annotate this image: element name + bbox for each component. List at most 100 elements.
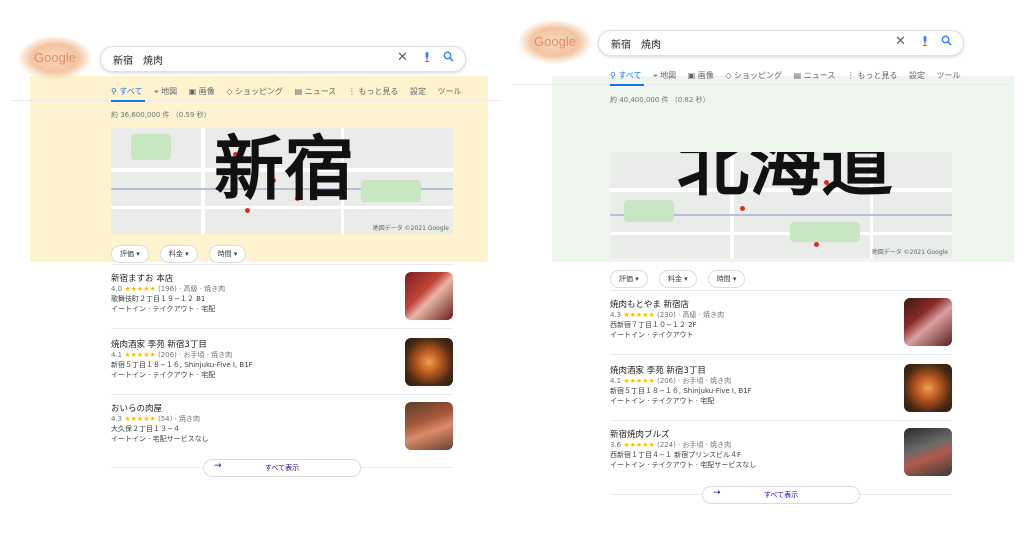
place-meta: (206) · お手頃 · 焼き肉 bbox=[657, 377, 732, 385]
food-photo-thumbnail[interactable] bbox=[405, 402, 453, 450]
chevron-down-icon: ▾ bbox=[233, 250, 238, 258]
place-name[interactable]: 焼肉酒家 李苑 新宿3丁目 bbox=[610, 364, 900, 376]
place-address: 新宿５丁目１８−１６, Shinjuku-Five I, B1F bbox=[610, 387, 752, 395]
star-icon: ★★★★★ bbox=[623, 441, 655, 449]
map-park bbox=[131, 134, 171, 160]
tab-images[interactable]: ▣ 画像 bbox=[688, 70, 714, 81]
more-vert-icon: ⋮ bbox=[347, 87, 356, 96]
close-icon[interactable]: ✕ bbox=[895, 34, 906, 49]
search-input[interactable]: 新宿 焼肉 bbox=[113, 52, 163, 67]
search-icon[interactable] bbox=[941, 35, 952, 46]
map-pin[interactable] bbox=[740, 206, 745, 211]
google-logo[interactable]: Google bbox=[518, 20, 592, 64]
tab-settings[interactable]: 設定 bbox=[410, 86, 426, 97]
filter-rating[interactable]: 評価 ▾ bbox=[111, 245, 149, 263]
mic-icon[interactable] bbox=[424, 52, 430, 62]
list-item[interactable]: おいらの肉屋 4.3 ★★★★★ (54) · 焼き肉 大久保２丁目１３−４ イ… bbox=[111, 402, 391, 444]
tab-all[interactable]: ⚲ すべて bbox=[610, 70, 642, 81]
section-divider bbox=[610, 290, 952, 291]
tab-label: ショッピング bbox=[235, 87, 284, 96]
map-park bbox=[624, 200, 674, 222]
place-name[interactable]: 焼肉もとやま 新宿店 bbox=[610, 298, 890, 310]
tab-tools[interactable]: ツール bbox=[438, 86, 462, 97]
filter-rating[interactable]: 評価 ▾ bbox=[610, 270, 648, 288]
show-all-button[interactable]: → すべて表示 bbox=[203, 459, 361, 477]
show-all-label: すべて表示 bbox=[763, 491, 799, 499]
star-icon: ★★★★★ bbox=[623, 377, 655, 385]
row-divider bbox=[111, 394, 453, 395]
food-photo-thumbnail[interactable] bbox=[904, 298, 952, 346]
tab-news[interactable]: ▤ ニュース bbox=[295, 86, 337, 97]
row-divider bbox=[111, 328, 453, 329]
place-name[interactable]: 焼肉酒家 李苑 新宿3丁目 bbox=[111, 338, 401, 350]
tab-label: 画像 bbox=[697, 71, 714, 80]
food-photo-thumbnail[interactable] bbox=[904, 428, 952, 476]
list-item[interactable]: 新宿ますお 本店 4.0 ★★★★★ (196) · 高級 · 焼き肉 歌舞伎町… bbox=[111, 272, 391, 314]
tab-maps[interactable]: ⌖ 地図 bbox=[653, 70, 676, 81]
search-box[interactable]: 新宿 焼肉 ✕ bbox=[100, 46, 466, 72]
place-meta: (54) · 焼き肉 bbox=[158, 415, 201, 423]
image-icon: ▣ bbox=[687, 71, 696, 80]
star-icon: ★★★★★ bbox=[124, 285, 156, 293]
place-address: 西新宿７丁目１０−１２ 2F bbox=[610, 321, 697, 329]
tab-more[interactable]: ⋮ もっと見る bbox=[847, 70, 898, 81]
tag-icon: ◇ bbox=[226, 87, 233, 96]
place-name[interactable]: 新宿ますお 本店 bbox=[111, 272, 391, 284]
map-park bbox=[790, 222, 860, 242]
place-services: イートイン · テイクアウト · 宅配 bbox=[111, 371, 216, 379]
tab-all[interactable]: ⚲ すべて bbox=[111, 86, 143, 97]
close-icon[interactable]: ✕ bbox=[397, 50, 408, 65]
map-pin-icon: ⌖ bbox=[154, 87, 159, 96]
tab-settings[interactable]: 設定 bbox=[909, 70, 925, 81]
list-item[interactable]: 焼肉もとやま 新宿店 4.3 ★★★★★ (230) · 高級 · 焼き肉 西新… bbox=[610, 298, 890, 340]
list-item[interactable]: 新宿焼肉ブルズ 3.6 ★★★★★ (224) · お手頃 · 焼き肉 西新宿１… bbox=[610, 428, 900, 470]
place-rating: 4.1 ★★★★★ (206) · お手頃 · 焼き肉 bbox=[610, 376, 900, 386]
tab-label: 地図 bbox=[660, 71, 677, 80]
list-item[interactable]: 焼肉酒家 李苑 新宿3丁目 4.1 ★★★★★ (206) · お手頃 · 焼き… bbox=[610, 364, 900, 406]
news-icon: ▤ bbox=[793, 71, 802, 80]
place-services: イートイン · テイクアウト · 宅配 bbox=[111, 305, 216, 313]
list-item[interactable]: 焼肉酒家 李苑 新宿3丁目 4.1 ★★★★★ (206) · お手頃 · 焼き… bbox=[111, 338, 401, 380]
map-pin[interactable] bbox=[814, 242, 819, 247]
mic-icon[interactable] bbox=[922, 36, 928, 46]
search-input[interactable]: 新宿 焼肉 bbox=[611, 36, 661, 51]
place-services: イートイン · テイクアウト · 宅配 bbox=[610, 397, 715, 405]
filter-hours[interactable]: 時間 ▾ bbox=[208, 245, 247, 263]
map-preview[interactable]: 新宿 地図データ ©2021 Google bbox=[111, 128, 453, 234]
place-rating: 4.3 ★★★★★ (230) · 高級 · 焼き肉 bbox=[610, 310, 890, 320]
tab-images[interactable]: ▣ 画像 bbox=[189, 86, 215, 97]
show-all-button[interactable]: → すべて表示 bbox=[702, 486, 860, 504]
tab-shopping[interactable]: ◇ ショッピング bbox=[725, 70, 782, 81]
filter-chips: 評価 ▾ 料金 ▾ 時間 ▾ bbox=[610, 266, 751, 288]
rating-value: 4.3 bbox=[610, 311, 622, 319]
tab-maps[interactable]: ⌖ 地図 bbox=[154, 86, 177, 97]
chip-label: 時間 bbox=[716, 275, 731, 283]
star-icon: ★★★★★ bbox=[623, 311, 655, 319]
tab-more[interactable]: ⋮ もっと見る bbox=[348, 86, 399, 97]
google-logo[interactable]: Google bbox=[18, 36, 92, 80]
filter-price[interactable]: 料金 ▾ bbox=[658, 270, 697, 288]
chip-label: 評価 bbox=[619, 275, 633, 283]
active-tab-indicator bbox=[111, 100, 145, 102]
tab-label: すべて bbox=[618, 71, 642, 80]
place-name[interactable]: おいらの肉屋 bbox=[111, 402, 391, 414]
tab-news[interactable]: ▤ ニュース bbox=[794, 70, 836, 81]
rating-value: 4.1 bbox=[610, 377, 622, 385]
map-preview[interactable]: 北海道 地図データ ©2021 Google bbox=[610, 152, 952, 258]
tab-label: もっと見る bbox=[857, 71, 898, 80]
search-icon[interactable] bbox=[443, 51, 454, 62]
food-photo-thumbnail[interactable] bbox=[405, 272, 453, 320]
tab-tools[interactable]: ツール bbox=[937, 70, 961, 81]
filter-price[interactable]: 料金 ▾ bbox=[159, 245, 198, 263]
tab-shopping[interactable]: ◇ ショッピング bbox=[226, 86, 283, 97]
food-photo-thumbnail[interactable] bbox=[904, 364, 952, 412]
search-icon: ⚲ bbox=[111, 87, 117, 96]
chevron-down-icon: ▾ bbox=[185, 250, 189, 258]
place-rating: 4.1 ★★★★★ (206) · お手頃 · 焼き肉 bbox=[111, 350, 401, 360]
search-box[interactable]: 新宿 焼肉 ✕ bbox=[598, 30, 964, 56]
filter-hours[interactable]: 時間 ▾ bbox=[707, 270, 746, 288]
place-name[interactable]: 新宿焼肉ブルズ bbox=[610, 428, 900, 440]
food-photo-thumbnail[interactable] bbox=[405, 338, 453, 386]
search-icon: ⚲ bbox=[610, 71, 616, 80]
place-rating: 3.6 ★★★★★ (224) · お手頃 · 焼き肉 bbox=[610, 440, 900, 450]
